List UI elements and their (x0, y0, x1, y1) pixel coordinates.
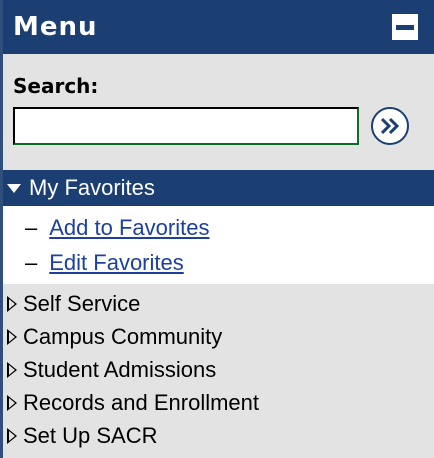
collapsed-triangle-icon (7, 394, 17, 411)
nav-item-student-admissions[interactable]: Student Admissions (3, 353, 434, 386)
nav-item-label: Self Service (23, 290, 141, 316)
favorites-list: – Add to Favorites – Edit Favorites (3, 206, 434, 284)
minus-icon (396, 24, 414, 30)
collapsed-triangle-icon (7, 361, 17, 378)
nav-item-label: Set Up SACR (23, 422, 158, 448)
favorites-item-add: – Add to Favorites (3, 210, 434, 245)
add-to-favorites-link[interactable]: Add to Favorites (49, 215, 209, 241)
nav-item-records-and-enrollment[interactable]: Records and Enrollment (3, 386, 434, 419)
search-section: Search: (3, 54, 434, 164)
search-row (13, 107, 434, 145)
search-label: Search: (13, 74, 99, 98)
nav-item-campus-community[interactable]: Campus Community (3, 320, 434, 353)
collapsed-triangle-icon (7, 328, 17, 345)
collapsed-triangle-icon (7, 295, 17, 312)
dash-icon: – (25, 214, 38, 240)
my-favorites-folder[interactable]: My Favorites (3, 170, 434, 206)
favorites-item-edit: – Edit Favorites (3, 245, 434, 280)
nav-list: Self Service Campus Community Student Ad… (3, 284, 434, 452)
nav-item-label: Campus Community (23, 323, 223, 349)
dash-icon: – (25, 249, 38, 275)
collapsed-triangle-icon (7, 427, 17, 444)
nav-item-self-service[interactable]: Self Service (3, 287, 434, 320)
menu-header: Menu (3, 0, 434, 54)
expanded-triangle-icon (7, 183, 21, 193)
search-go-button[interactable] (371, 107, 409, 145)
menu-title: Menu (13, 12, 98, 42)
collapse-menu-button[interactable] (392, 14, 418, 40)
nav-item-label: Student Admissions (23, 356, 217, 382)
nav-item-label: Records and Enrollment (23, 389, 260, 415)
search-input[interactable] (13, 107, 359, 145)
edit-favorites-link[interactable]: Edit Favorites (49, 250, 184, 276)
double-chevron-right-icon (380, 117, 400, 135)
nav-item-set-up-sacr[interactable]: Set Up SACR (3, 419, 434, 452)
menu-panel: Menu Search: My Favorites – Add to Favor… (0, 0, 434, 458)
my-favorites-label: My Favorites (29, 175, 155, 200)
